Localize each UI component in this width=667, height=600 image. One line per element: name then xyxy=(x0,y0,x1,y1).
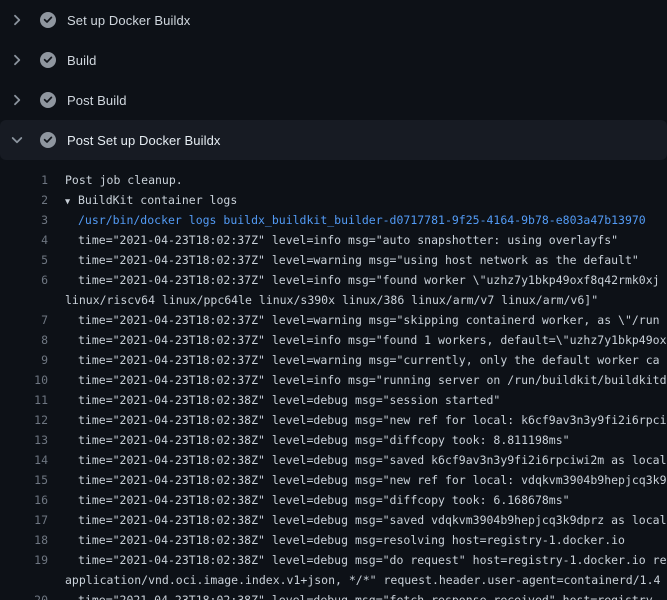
section-header-build[interactable]: Build xyxy=(0,40,667,80)
log-text: time="2021-04-23T18:02:37Z" level=info m… xyxy=(48,370,667,390)
log-output: 1Post job cleanup.2▼BuildKit container l… xyxy=(0,160,667,600)
log-line: 7time="2021-04-23T18:02:37Z" level=warni… xyxy=(0,310,667,330)
line-number[interactable]: 2 xyxy=(0,190,48,210)
log-line: 2▼BuildKit container logs xyxy=(0,190,667,210)
line-number[interactable]: 9 xyxy=(0,350,48,370)
log-text: time="2021-04-23T18:02:37Z" level=warnin… xyxy=(48,250,667,270)
log-line: 18time="2021-04-23T18:02:38Z" level=debu… xyxy=(0,530,667,550)
group-label[interactable]: BuildKit container logs xyxy=(78,193,237,207)
line-number[interactable]: 10 xyxy=(0,370,48,390)
actions-log-viewer: Set up Docker Buildx Build Post Build Post … xyxy=(0,0,667,600)
group-caret-icon[interactable]: ▼ xyxy=(65,192,78,210)
log-line: 9time="2021-04-23T18:02:37Z" level=warni… xyxy=(0,350,667,370)
log-text: time="2021-04-23T18:02:38Z" level=debug … xyxy=(48,530,667,550)
log-line: 14time="2021-04-23T18:02:38Z" level=debu… xyxy=(0,450,667,470)
line-number[interactable]: 18 xyxy=(0,530,48,550)
line-number[interactable]: 20 xyxy=(0,590,48,600)
log-line: linux/riscv64 linux/ppc64le linux/s390x … xyxy=(0,290,667,310)
log-text: time="2021-04-23T18:02:38Z" level=debug … xyxy=(48,430,667,450)
command-text: /usr/bin/docker logs buildx_buildkit_bui… xyxy=(48,210,667,230)
log-line: 6time="2021-04-23T18:02:37Z" level=info … xyxy=(0,270,667,290)
log-line: 12time="2021-04-23T18:02:38Z" level=debu… xyxy=(0,410,667,430)
log-text: Post job cleanup. xyxy=(48,170,667,190)
section-header-set-up-docker-buildx[interactable]: Set up Docker Buildx xyxy=(0,0,667,40)
log-line: 4time="2021-04-23T18:02:37Z" level=info … xyxy=(0,230,667,250)
log-line: 11time="2021-04-23T18:02:38Z" level=debu… xyxy=(0,390,667,410)
line-number[interactable]: 13 xyxy=(0,430,48,450)
line-number[interactable]: 7 xyxy=(0,310,48,330)
line-number xyxy=(0,290,48,310)
line-number[interactable]: 17 xyxy=(0,510,48,530)
log-text: time="2021-04-23T18:02:37Z" level=warnin… xyxy=(48,310,667,330)
line-number[interactable]: 5 xyxy=(0,250,48,270)
log-line: 3/usr/bin/docker logs buildx_buildkit_bu… xyxy=(0,210,667,230)
log-line: 5time="2021-04-23T18:02:37Z" level=warni… xyxy=(0,250,667,270)
log-text: time="2021-04-23T18:02:38Z" level=debug … xyxy=(48,450,667,470)
chevron-right-icon xyxy=(9,52,25,68)
log-text: time="2021-04-23T18:02:37Z" level=info m… xyxy=(48,270,667,290)
line-number[interactable]: 1 xyxy=(0,170,48,190)
log-line: application/vnd.oci.image.index.v1+json,… xyxy=(0,570,667,590)
check-circle-icon xyxy=(40,52,56,68)
log-line: 17time="2021-04-23T18:02:38Z" level=debu… xyxy=(0,510,667,530)
log-text: time="2021-04-23T18:02:38Z" level=debug … xyxy=(48,550,667,570)
log-line: 10time="2021-04-23T18:02:37Z" level=info… xyxy=(0,370,667,390)
log-line: 8time="2021-04-23T18:02:37Z" level=info … xyxy=(0,330,667,350)
line-number[interactable]: 12 xyxy=(0,410,48,430)
line-number[interactable]: 4 xyxy=(0,230,48,250)
chevron-right-icon xyxy=(9,12,25,28)
line-number[interactable]: 15 xyxy=(0,470,48,490)
check-circle-icon xyxy=(40,92,56,108)
log-text: time="2021-04-23T18:02:37Z" level=info m… xyxy=(48,230,667,250)
check-circle-icon xyxy=(40,132,56,148)
log-text: time="2021-04-23T18:02:38Z" level=debug … xyxy=(48,470,667,490)
step-list: Set up Docker Buildx Build Post Build Post … xyxy=(0,0,667,160)
line-number xyxy=(0,570,48,590)
line-number[interactable]: 11 xyxy=(0,390,48,410)
log-line: 16time="2021-04-23T18:02:38Z" level=debu… xyxy=(0,490,667,510)
section-label: Set up Docker Buildx xyxy=(67,13,190,28)
log-text: application/vnd.oci.image.index.v1+json,… xyxy=(48,570,667,590)
section-header-post-set-up-docker-buildx[interactable]: Post Set up Docker Buildx xyxy=(0,120,667,160)
log-line: 15time="2021-04-23T18:02:38Z" level=debu… xyxy=(0,470,667,490)
section-label: Post Set up Docker Buildx xyxy=(67,133,221,148)
log-text: time="2021-04-23T18:02:37Z" level=warnin… xyxy=(48,350,667,370)
log-text: time="2021-04-23T18:02:38Z" level=debug … xyxy=(48,490,667,510)
check-circle-icon xyxy=(40,12,56,28)
line-number[interactable]: 14 xyxy=(0,450,48,470)
section-label: Build xyxy=(67,53,96,68)
log-text: linux/riscv64 linux/ppc64le linux/s390x … xyxy=(48,290,667,310)
log-line: 20time="2021-04-23T18:02:38Z" level=debu… xyxy=(0,590,667,600)
chevron-down-icon xyxy=(9,132,25,148)
group-toggle-text[interactable]: ▼BuildKit container logs xyxy=(48,190,667,210)
log-text: time="2021-04-23T18:02:38Z" level=debug … xyxy=(48,590,667,600)
section-label: Post Build xyxy=(67,93,127,108)
chevron-right-icon xyxy=(9,92,25,108)
log-line: 13time="2021-04-23T18:02:38Z" level=debu… xyxy=(0,430,667,450)
log-line: 19time="2021-04-23T18:02:38Z" level=debu… xyxy=(0,550,667,570)
log-text: time="2021-04-23T18:02:38Z" level=debug … xyxy=(48,390,667,410)
log-text: time="2021-04-23T18:02:38Z" level=debug … xyxy=(48,410,667,430)
line-number[interactable]: 6 xyxy=(0,270,48,290)
line-number[interactable]: 16 xyxy=(0,490,48,510)
log-text: time="2021-04-23T18:02:37Z" level=info m… xyxy=(48,330,667,350)
section-header-post-build[interactable]: Post Build xyxy=(0,80,667,120)
log-line: 1Post job cleanup. xyxy=(0,170,667,190)
log-text: time="2021-04-23T18:02:38Z" level=debug … xyxy=(48,510,667,530)
line-number[interactable]: 3 xyxy=(0,210,48,230)
line-number[interactable]: 19 xyxy=(0,550,48,570)
line-number[interactable]: 8 xyxy=(0,330,48,350)
